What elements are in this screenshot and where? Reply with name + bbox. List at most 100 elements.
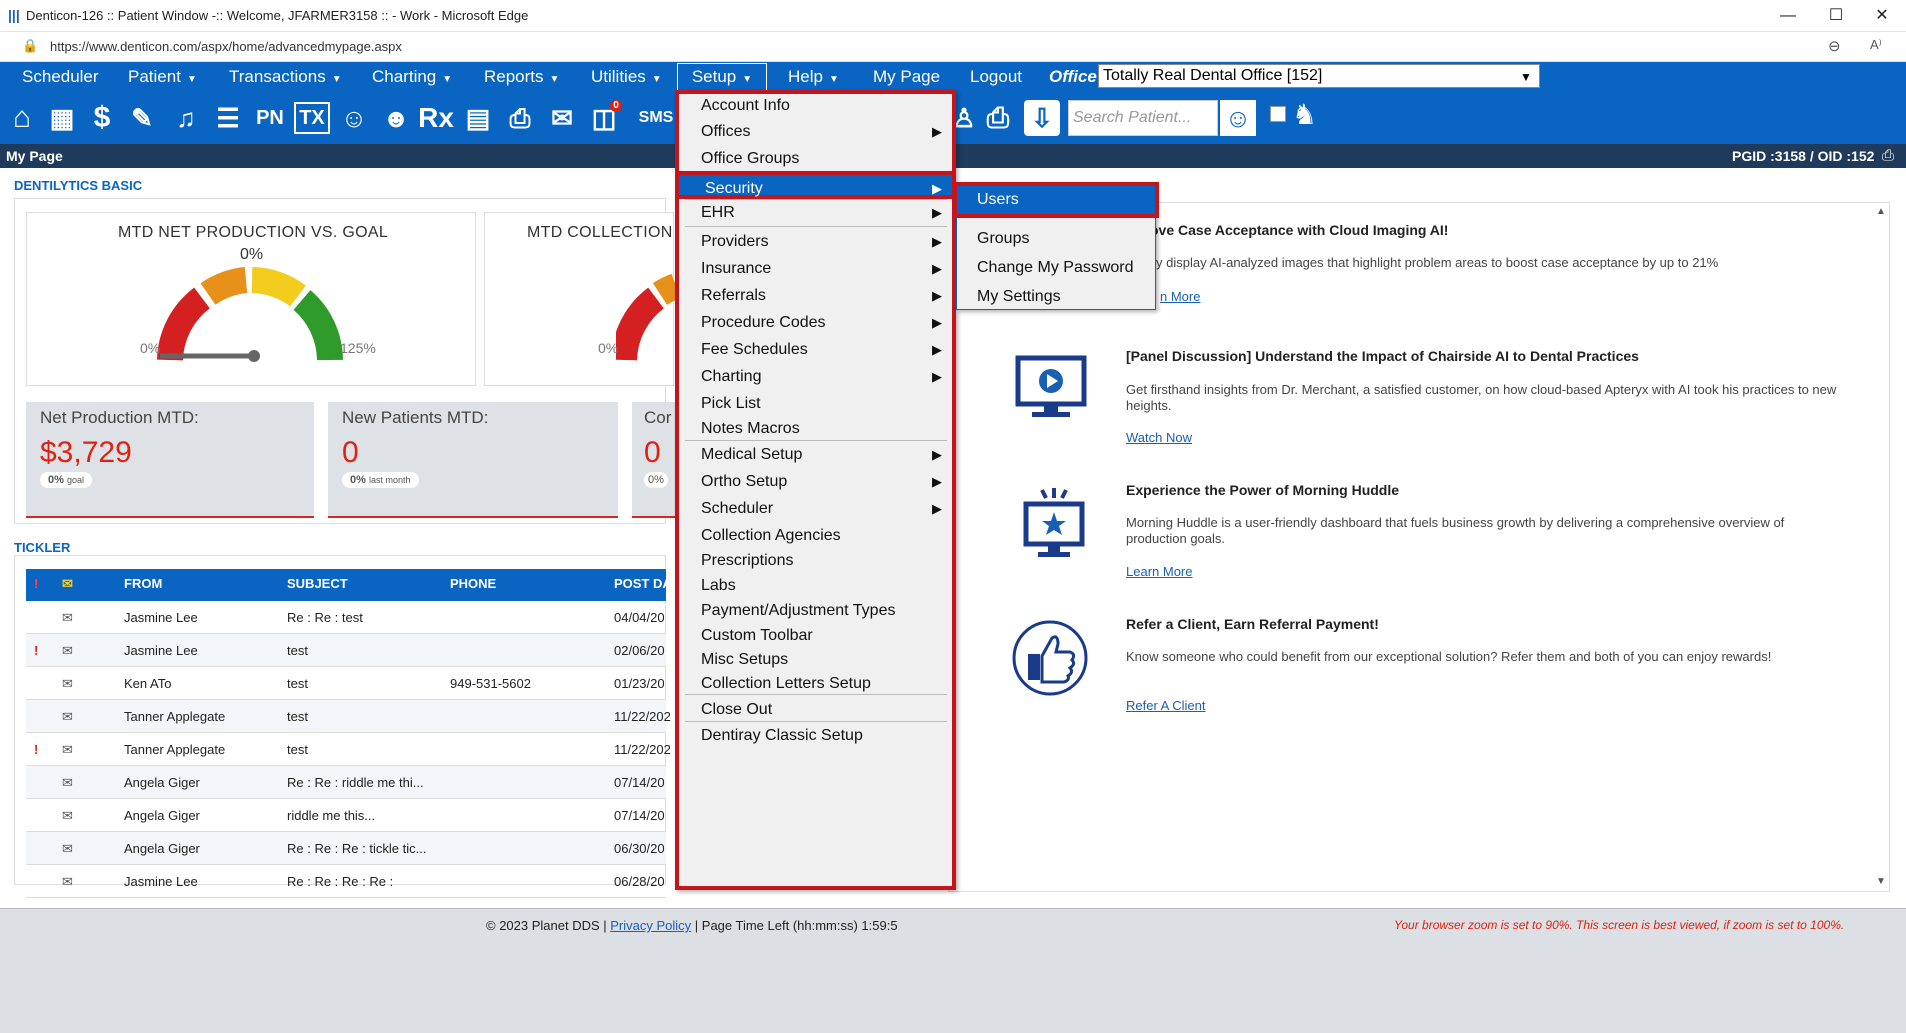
setup-menu-item-notes-macros[interactable]: Notes Macros (679, 415, 952, 443)
menu-patient[interactable]: Patient ▼ (128, 62, 197, 92)
add-family-icon[interactable]: ☻ (378, 98, 414, 138)
read-aloud-icon[interactable]: A⁾ (1870, 37, 1882, 53)
submenu-item-users[interactable]: Users (953, 182, 1159, 218)
close-button[interactable]: ✕ (1862, 4, 1902, 28)
minimize-button[interactable]: — (1768, 4, 1808, 28)
row-from: Jasmine Lee (124, 643, 198, 658)
setup-menu-item-offices[interactable]: Offices ▶ (679, 118, 952, 146)
toolbar-checkbox[interactable] (1270, 106, 1286, 122)
chevron-down-icon: ▼ (186, 74, 197, 85)
setup-menu-item-security[interactable]: Security ▶ (675, 171, 956, 199)
prescription-icon[interactable]: Rx (418, 98, 454, 138)
setup-menu-item-prescriptions[interactable]: Prescriptions (679, 547, 952, 575)
column-header-phone[interactable]: PHONE (450, 576, 496, 591)
setup-menu-item-payment-adjustment-types[interactable]: Payment/Adjustment Types (679, 597, 952, 625)
menu-reports[interactable]: Reports ▼ (484, 62, 559, 92)
submenu-item-change-password[interactable]: Change My Password (957, 254, 1155, 282)
setup-menu-item-charting[interactable]: Charting ▶ (679, 363, 952, 391)
menu-my-page[interactable]: My Page (873, 62, 940, 92)
table-row[interactable]: ! ✉ Jasmine Lee test 02/06/20 (26, 634, 666, 667)
menu-scheduler[interactable]: Scheduler (22, 62, 99, 92)
column-header-from[interactable]: FROM (124, 576, 162, 591)
setup-menu-item-labs[interactable]: Labs (679, 572, 952, 600)
print-icon[interactable]: ⎙ (1882, 147, 1894, 164)
office-select[interactable]: Totally Real Dental Office [152] (1098, 64, 1540, 88)
calendar-icon[interactable]: ▦ (44, 98, 80, 138)
table-row[interactable]: ✉ Angela Giger Re : Re : riddle me thi... 0… (26, 766, 666, 799)
menu-utilities[interactable]: Utilities ▼ (591, 62, 662, 92)
dollar-icon[interactable]: $ (84, 98, 120, 138)
setup-menu-item-ehr[interactable]: EHR ▶ (679, 199, 952, 227)
search-patient-input[interactable]: Search Patient... (1068, 100, 1218, 136)
news-link[interactable]: Learn More (1126, 564, 1192, 579)
printer-icon[interactable]: ⎙ (980, 98, 1016, 138)
setup-menu-item-pick-list[interactable]: Pick List (679, 390, 952, 418)
table-row[interactable]: ✉ Angela Giger Re : Re : Re : tickle tic..… (26, 832, 666, 865)
lock-icon[interactable]: 🔒 (22, 38, 38, 54)
table-row[interactable]: ✉ Angela Giger riddle me this... 07/14/20 (26, 799, 666, 832)
table-row[interactable]: ! ✉ Tanner Applegate test 11/22/202 (26, 733, 671, 766)
notes-icon[interactable]: ▤ (460, 98, 496, 138)
setup-menu-item-ortho-setup[interactable]: Ortho Setup ▶ (679, 468, 952, 496)
menu-item-label: Insurance (701, 260, 772, 277)
production-gauge (157, 267, 343, 362)
setup-menu-item-fee-schedules[interactable]: Fee Schedules ▶ (679, 336, 952, 364)
menu-charting[interactable]: Charting ▼ (372, 62, 452, 92)
submenu-item-groups[interactable]: Groups (957, 225, 1155, 253)
privacy-policy-link[interactable]: Privacy Policy (610, 918, 691, 933)
chevron-down-icon[interactable]: ▼ (1520, 70, 1532, 84)
column-header-post-date[interactable]: POST DA (614, 576, 672, 591)
edit-icon[interactable]: ✎ (124, 98, 160, 138)
download-icon[interactable]: ⇩ (1024, 100, 1060, 136)
column-header-subject[interactable]: SUBJECT (287, 576, 348, 591)
zoom-icon[interactable]: ⊖ (1828, 37, 1841, 55)
tooth-icon[interactable]: ♫ (168, 98, 204, 138)
mail-icon[interactable]: ✉ (544, 98, 580, 138)
setup-menu-item-insurance[interactable]: Insurance ▶ (679, 255, 952, 283)
setup-menu-item-referrals[interactable]: Referrals ▶ (679, 282, 952, 310)
table-row[interactable]: ✉ Jasmine Lee Re : Re : Re : Re : 06/28/20 (26, 865, 666, 898)
progress-notes-icon[interactable]: PN (252, 98, 288, 138)
zoom-warning: Your browser zoom is set to 90%. This sc… (1394, 918, 1845, 932)
menu-transactions[interactable]: Transactions ▼ (229, 62, 342, 92)
scroll-down-icon[interactable]: ▼ (1876, 876, 1886, 887)
url-field[interactable]: https://www.denticon.com/aspx/home/advan… (50, 39, 402, 54)
fax-icon[interactable]: ⎙ (502, 98, 538, 138)
treatment-icon[interactable]: TX (294, 102, 330, 134)
news-title: Experience the Power of Morning Huddle (1126, 482, 1400, 498)
setup-menu-item-collection-agencies[interactable]: Collection Agencies (679, 522, 952, 550)
menu-help[interactable]: Help ▼ (788, 62, 839, 92)
table-row[interactable]: ✉ Jasmine Lee Re : Re : test 04/04/20 (26, 601, 666, 634)
search-patient-icon[interactable]: ☺ (1220, 100, 1256, 136)
teeth-icon[interactable]: ☰ (210, 98, 246, 138)
setup-menu-item-medical-setup[interactable]: Medical Setup ▶ (679, 441, 952, 469)
news-title: [Panel Discussion] Understand the Impact… (1126, 348, 1639, 364)
news-link[interactable]: n More (1160, 289, 1200, 304)
add-patient-icon[interactable]: ☺ (336, 98, 372, 138)
sms-icon[interactable]: SMS (636, 98, 676, 138)
table-row[interactable]: ✉ Tanner Applegate test 11/22/202 (26, 700, 671, 733)
message-icon[interactable]: ◫ 0 (586, 98, 622, 138)
row-subject: Re : Re : riddle me thi... (287, 775, 424, 790)
scroll-up-icon[interactable]: ▲ (1876, 206, 1886, 217)
news-link[interactable]: Refer A Client (1126, 698, 1206, 713)
home-icon[interactable]: ⌂ (4, 98, 40, 138)
setup-menu-item-procedure-codes[interactable]: Procedure Codes ▶ (679, 309, 952, 337)
table-row[interactable]: ✉ Ken ATo test 949-531-5602 01/23/20 (26, 667, 666, 700)
group-search-icon[interactable]: ♞ (1292, 98, 1332, 138)
maximize-button[interactable]: ☐ (1816, 4, 1856, 28)
row-subject: riddle me this... (287, 808, 376, 823)
setup-menu-item-dentiray-classic-setup[interactable]: Dentiray Classic Setup (679, 722, 952, 750)
menu-logout[interactable]: Logout (970, 62, 1022, 92)
setup-menu-item-scheduler[interactable]: Scheduler ▶ (679, 495, 952, 523)
submenu-item-my-settings[interactable]: My Settings (957, 283, 1155, 311)
office-label: Office (1049, 67, 1097, 86)
gauge-title: MTD COLLECTION (527, 224, 673, 241)
menu-setup[interactable]: Setup ▼ (677, 63, 767, 91)
setup-menu-item-providers[interactable]: Providers ▶ (679, 228, 952, 256)
setup-menu-item-close-out[interactable]: Close Out (679, 696, 952, 724)
setup-menu-item-account-info[interactable]: Account Info (679, 92, 952, 120)
news-link[interactable]: Watch Now (1126, 430, 1192, 445)
menu-item-label: Pick List (701, 395, 761, 412)
setup-menu-item-office-groups[interactable]: Office Groups (679, 145, 952, 173)
